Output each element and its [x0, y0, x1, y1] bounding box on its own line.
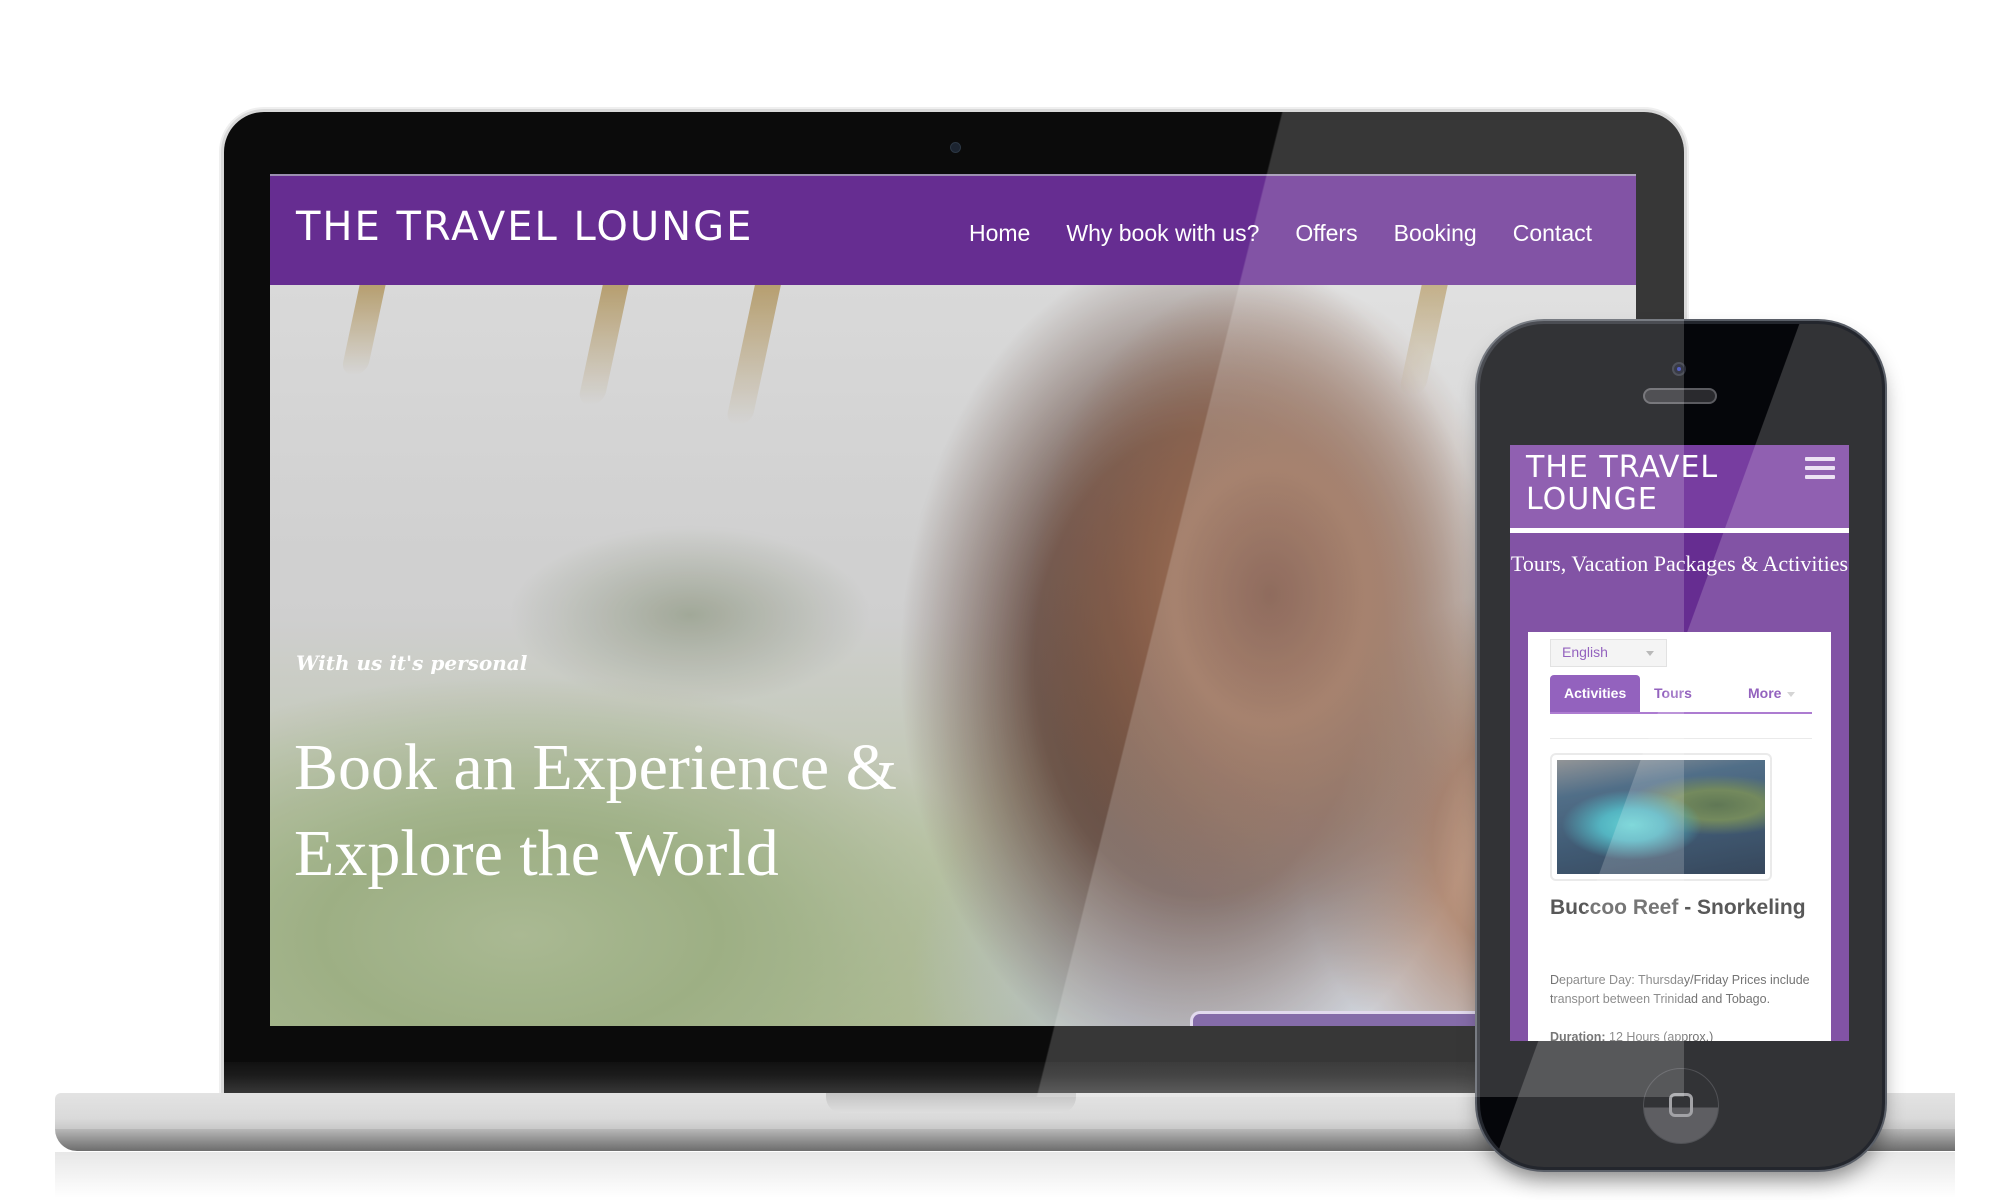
hamburger-line	[1805, 466, 1835, 470]
laptop-camera	[950, 142, 961, 153]
hero-tagline: With us it's personal	[296, 651, 528, 675]
laptop-device: THE TRAVEL LOUNGE Home Why book with us?…	[224, 112, 1684, 1097]
booking-card: English Activities Tours More Buccoo Ree…	[1528, 632, 1831, 1041]
main-nav: Home Why book with us? Offers Booking Co…	[969, 220, 1592, 247]
chevron-down-icon	[1787, 691, 1796, 697]
phone-speaker	[1643, 388, 1717, 404]
site-logo[interactable]: THE TRAVEL LOUNGE	[296, 204, 753, 250]
mobile-header: THE TRAVEL LOUNGE	[1510, 445, 1849, 528]
nav-home[interactable]: Home	[969, 220, 1030, 247]
hamburger-line	[1805, 457, 1835, 461]
tab-more-label: More	[1748, 685, 1782, 701]
listing-title[interactable]: Buccoo Reef - Snorkeling	[1550, 892, 1810, 924]
listing-thumbnail[interactable]	[1550, 753, 1772, 881]
laptop-hinge	[224, 1062, 1684, 1096]
phone-screen: THE TRAVEL LOUNGE Tours, Vacation Packag…	[1510, 445, 1849, 1041]
phone-camera-icon	[1672, 362, 1686, 376]
laptop-notch	[826, 1093, 1076, 1113]
hero-heading: Book an Experience & Explore the World	[294, 731, 897, 890]
home-button[interactable]	[1643, 1068, 1719, 1144]
language-select[interactable]: English	[1550, 639, 1667, 667]
tab-more[interactable]: More	[1748, 675, 1796, 712]
tab-tours[interactable]: Tours	[1654, 675, 1692, 712]
nav-offers[interactable]: Offers	[1295, 220, 1357, 247]
hero-banner: With us it's personal Book an Experience…	[270, 285, 1636, 1026]
hamburger-icon[interactable]	[1805, 457, 1835, 479]
home-square-icon	[1669, 1093, 1693, 1117]
category-tabs: Activities Tours More	[1550, 675, 1812, 714]
divider	[1550, 738, 1812, 739]
listing-duration: Duration: 12 Hours (approx.)	[1550, 1030, 1713, 1041]
phone-device: THE TRAVEL LOUNGE Tours, Vacation Packag…	[1480, 324, 1882, 1167]
hamburger-line	[1805, 475, 1835, 479]
chevron-down-icon	[1646, 651, 1654, 656]
tab-activities[interactable]: Activities	[1550, 675, 1641, 712]
listing-description: Departure Day: Thursday/Friday Prices in…	[1550, 973, 1810, 1006]
nav-contact[interactable]: Contact	[1513, 220, 1592, 247]
header-divider	[1510, 528, 1849, 533]
mobile-site-logo[interactable]: THE TRAVEL LOUNGE	[1526, 452, 1756, 516]
site-header: THE TRAVEL LOUNGE Home Why book with us?…	[270, 174, 1636, 285]
laptop-screen: THE TRAVEL LOUNGE Home Why book with us?…	[270, 174, 1636, 1026]
nav-why-book[interactable]: Why book with us?	[1066, 220, 1259, 247]
duration-value: 12 Hours (approx.)	[1609, 1030, 1714, 1041]
mobile-tagline: Tours, Vacation Packages & Activities	[1510, 551, 1849, 576]
nav-booking[interactable]: Booking	[1394, 220, 1477, 247]
duration-label: Duration:	[1550, 1030, 1606, 1041]
reef-aerial-image	[1557, 760, 1765, 874]
language-select-value: English	[1562, 644, 1608, 660]
